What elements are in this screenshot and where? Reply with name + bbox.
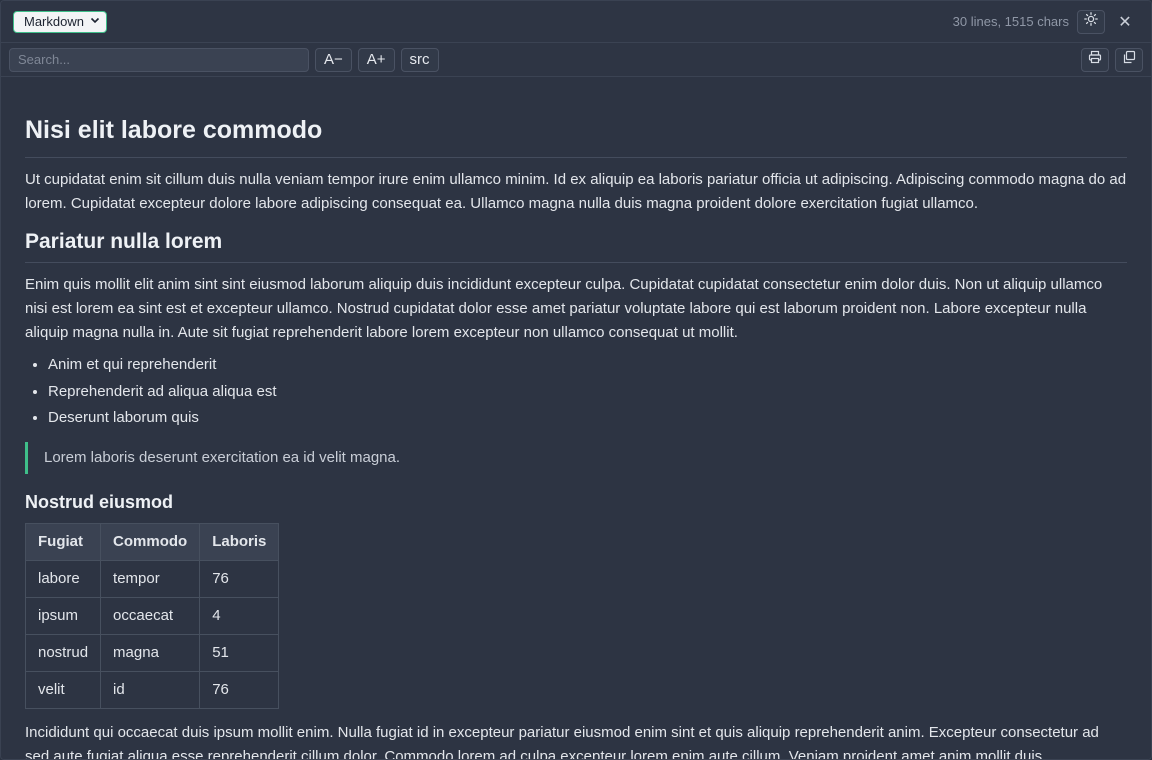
chevron-down-icon: [90, 15, 100, 28]
bullet-list: Anim et qui reprehenderit Reprehenderit …: [48, 352, 1127, 432]
document-stats: 30 lines, 1515 chars: [952, 14, 1069, 29]
table-cell: nostrud: [24, 633, 102, 672]
table-cell: labore: [24, 559, 102, 598]
heading-3: Nostrud eiusmod: [25, 491, 174, 512]
table-cell: occaecat: [100, 596, 201, 635]
list-item: Deserunt laborum quis: [48, 405, 1127, 432]
table-cell: velit: [24, 670, 102, 709]
theme-toggle-button[interactable]: [1077, 9, 1105, 34]
heading-2: Pariatur nulla lorem: [25, 230, 1127, 263]
table-header-cell: Laboris: [199, 522, 280, 561]
table-cell: ipsum: [24, 596, 102, 635]
table-header-cell: Commodo: [100, 522, 201, 561]
search-input[interactable]: [9, 47, 309, 72]
table-cell: id: [100, 670, 201, 709]
table-header-cell: Fugiat: [24, 522, 102, 561]
table-cell: 76: [199, 670, 280, 709]
paragraph-1: Ut cupidatat enim sit cillum duis nulla …: [25, 171, 1127, 212]
font-smaller-button[interactable]: A−: [315, 47, 352, 72]
table-row: labore tempor 76: [24, 559, 280, 598]
printer-icon: [1088, 50, 1102, 69]
sun-icon: [1084, 12, 1098, 31]
table-row: nostrud magna 51: [24, 633, 280, 672]
mode-select[interactable]: Markdown: [13, 10, 107, 33]
copy-icon: [1122, 50, 1136, 69]
paragraph-2: Enim quis mollit elit anim sint sint eiu…: [25, 276, 1103, 341]
table-cell: 76: [199, 559, 280, 598]
markdown-viewer-window: Markdown 30 lines, 1515 chars ✕ Search..…: [0, 0, 1152, 760]
table-cell: 51: [199, 633, 280, 672]
table-cell: magna: [100, 633, 201, 672]
list-item: Anim et qui reprehenderit: [48, 352, 1127, 379]
font-larger-button[interactable]: A+: [357, 47, 395, 72]
close-button[interactable]: ✕: [1111, 10, 1139, 34]
view-source-button[interactable]: src: [400, 47, 439, 72]
print-button[interactable]: [1081, 47, 1109, 72]
table-cell: tempor: [100, 559, 201, 598]
heading-1: Nisi elit labore commodo: [25, 116, 1127, 158]
data-table: Fugiat Commodo Laboris labore tempor 76 …: [24, 522, 280, 709]
rendered-markdown: Nisi elit labore commodo Ut cupidatat en…: [1, 78, 1151, 759]
mode-select-value: Markdown: [24, 14, 84, 29]
table-cell: 4: [199, 596, 280, 635]
copy-button[interactable]: [1115, 47, 1143, 72]
blockquote: Lorem laboris deserunt exercitation ea i…: [25, 441, 1127, 474]
close-icon: ✕: [1118, 13, 1132, 31]
toolbar: A− A+ src: [1, 43, 1151, 77]
top-bar: Markdown 30 lines, 1515 chars ✕: [1, 1, 1151, 43]
table-header-row: Fugiat Commodo Laboris: [24, 522, 280, 561]
table-row: velit id 76: [24, 670, 280, 709]
table-row: ipsum occaecat 4: [24, 596, 280, 635]
list-item: Reprehenderit ad aliqua aliqua est: [48, 379, 1127, 406]
paragraph-3: Incididunt qui occaecat duis ipsum molli…: [25, 723, 1099, 760]
